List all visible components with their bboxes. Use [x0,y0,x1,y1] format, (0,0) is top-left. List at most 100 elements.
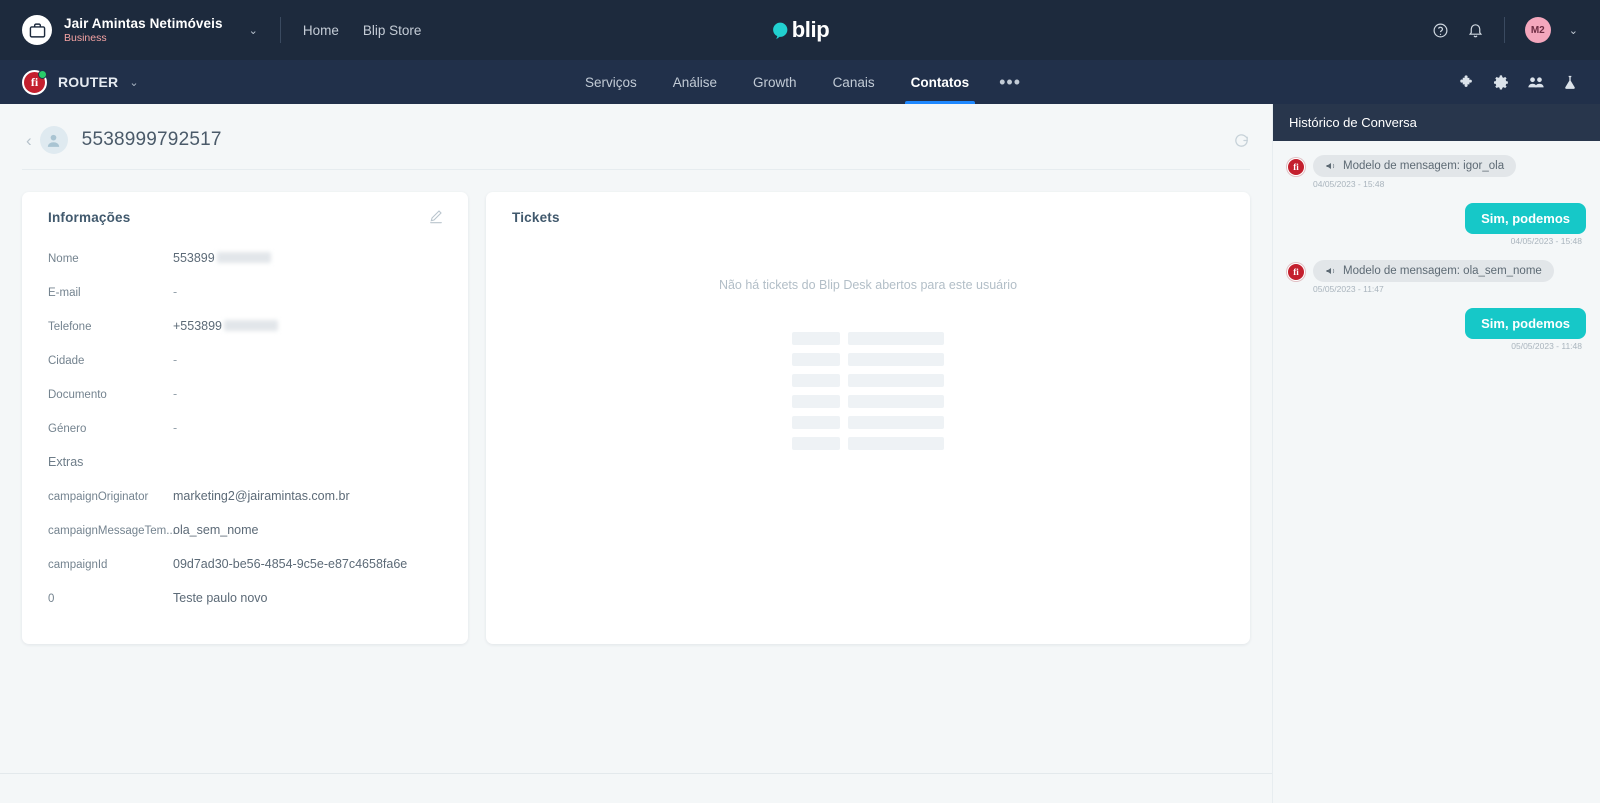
tab-canais[interactable]: Canais [815,60,893,104]
chevron-down-icon[interactable]: ⌄ [249,24,258,37]
info-row: Documento - [48,387,442,401]
extras-row: campaignId 09d7ad30-be56-4854-9c5e-e87c4… [48,557,442,571]
person-icon [39,126,68,154]
conversation-history-panel: Histórico de Conversa fi Modelo de mensa… [1272,104,1600,803]
extras-label-campaignmessagetemplate: campaignMessageTem... [48,525,176,537]
people-icon[interactable] [1527,74,1545,91]
info-row: E-mail - [48,285,442,299]
bot-avatar-icon: fi [1287,158,1305,176]
chevron-down-icon[interactable]: ⌄ [1569,24,1578,37]
organization-name: Jair Amintas Netimóveis [64,15,223,31]
tickets-card: Tickets Não há tickets do Blip Desk aber… [486,192,1250,644]
skeleton-row [792,437,944,450]
more-options-icon[interactable]: ••• [987,72,1033,93]
tab-analise[interactable]: Análise [655,60,735,104]
divider [0,773,1272,774]
organization-plan: Business [64,32,107,45]
extras-label-campaignoriginator: campaignOriginator [48,491,149,503]
skeleton-row [792,353,944,366]
info-label-cidade: Cidade [48,355,85,367]
message-timestamp: 04/05/2023 - 15:48 [1313,179,1385,189]
pencil-icon[interactable] [428,208,444,224]
skeleton-row [792,374,944,387]
bot-avatar-glyph: fi [30,74,39,89]
botbar-actions [1459,74,1578,91]
organization-switcher[interactable]: Jair Amintas Netimóveis Business ⌄ [22,15,258,45]
info-row: Género - [48,421,442,435]
informacoes-card-title: Informações [48,210,131,225]
info-value-email: - [173,285,178,299]
extras-heading: Extras [48,455,84,469]
tab-growth[interactable]: Growth [735,60,815,104]
message-outgoing: Sim, podemos [1287,308,1586,339]
message-text: Modelo de mensagem: igor_ola [1343,160,1505,172]
message-bubble[interactable]: Modelo de mensagem: ola_sem_nome [1313,260,1554,282]
online-status-dot [38,69,47,79]
main-content: ‹ 5538999792517 Informações Nome 553899 … [0,104,1272,803]
refresh-icon[interactable] [1233,132,1250,149]
top-navigation-bar: Jair Amintas Netimóveis Business ⌄ Home … [0,0,1600,60]
avatar[interactable]: M2 [1524,17,1551,43]
megaphone-icon [1325,160,1337,172]
puzzle-icon[interactable] [1459,74,1476,91]
page-title: 5538999792517 [81,129,222,150]
tickets-card-title: Tickets [512,210,560,225]
informacoes-card: Informações Nome 553899 E-mail - Telefon… [22,192,468,644]
message-bubble[interactable]: Sim, podemos [1465,308,1586,339]
extras-label-campaignid: campaignId [48,559,108,571]
topbar-actions: M2 ⌄ [1432,17,1578,43]
tickets-skeleton [792,332,944,458]
blip-droplet-icon [771,21,790,40]
skeleton-row [792,416,944,429]
informacoes-list: Nome 553899 E-mail - Telefone +553899 Ci… [22,225,468,605]
extras-value-0: Teste paulo novo [173,591,268,605]
message-timestamp: 04/05/2023 - 15:48 [1510,236,1582,246]
back-button[interactable]: ‹ [22,132,40,149]
info-value-telefone: +553899 [173,319,279,333]
info-value-documento: - [173,387,178,401]
bell-icon[interactable] [1467,22,1484,39]
extras-value-campaignid: 09d7ad30-be56-4854-9c5e-e87c4658fa6e [173,557,408,571]
nav-link-home[interactable]: Home [303,23,339,38]
extras-value-campaignoriginator: marketing2@jairamintas.com.br [173,489,350,503]
message-text: Modelo de mensagem: ola_sem_nome [1343,265,1542,277]
megaphone-icon [1325,265,1337,277]
divider [279,17,281,43]
gear-icon[interactable] [1493,74,1510,91]
info-row: Cidade - [48,353,442,367]
nav-link-blip-store[interactable]: Blip Store [363,23,422,38]
message-outgoing: Sim, podemos [1287,203,1586,234]
flask-icon[interactable] [1562,74,1578,91]
tab-contatos[interactable]: Contatos [893,60,988,104]
info-label-email: E-mail [48,287,81,299]
info-row: Nome 553899 [48,251,442,265]
message-timestamp: 05/05/2023 - 11:47 [1313,284,1384,294]
blip-wordmark: blip [791,17,830,42]
extras-row: campaignMessageTem... ola_sem_nome [48,523,442,537]
message-bubble[interactable]: Modelo de mensagem: igor_ola [1313,155,1517,177]
bot-avatar-icon: fi [22,69,47,95]
conversation-history-title: Histórico de Conversa [1289,115,1417,130]
content-stage: ‹ 5538999792517 Informações Nome 553899 … [0,104,1272,773]
info-value-cidade: - [173,353,178,367]
info-value-nome: 553899 [173,251,271,265]
divider [1503,17,1505,43]
info-row: Telefone +553899 [48,319,442,333]
info-value-genero: - [173,421,178,435]
chevron-down-icon[interactable]: ⌄ [129,76,138,89]
conversation-history-body: fi Modelo de mensagem: igor_ola 04/05/20… [1273,141,1600,803]
briefcase-icon [22,15,52,45]
message-incoming: fi Modelo de mensagem: ola_sem_nome [1287,260,1586,282]
tab-servicos[interactable]: Serviços [567,60,655,104]
cards-row: Informações Nome 553899 E-mail - Telefon… [0,170,1272,644]
bot-avatar-icon: fi [1287,263,1305,281]
page-body: ‹ 5538999792517 Informações Nome 553899 … [0,104,1600,803]
conversation-history-header: Histórico de Conversa [1273,104,1600,141]
message-bubble[interactable]: Sim, podemos [1465,203,1586,234]
info-label-genero: Género [48,423,87,435]
blip-logo[interactable]: blip [771,17,830,43]
contact-header: ‹ 5538999792517 [0,104,1272,158]
main-tabs: Serviços Análise Growth Canais Contatos … [567,60,1033,104]
help-circle-icon[interactable] [1432,22,1449,39]
bot-switcher[interactable]: fi ROUTER ⌄ [22,69,139,95]
